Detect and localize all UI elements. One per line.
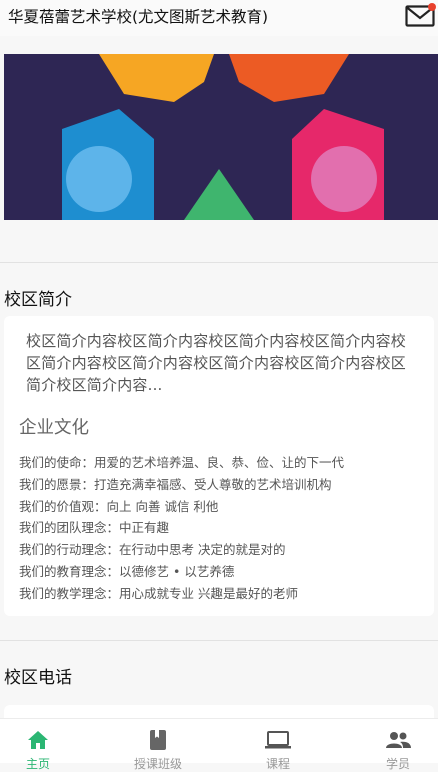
culture-item-values: 我们的价值观：向上 向善 诚信 利他	[19, 498, 219, 514]
tab-students[interactable]: 学员	[348, 719, 438, 771]
culture-item-mission: 我们的使命：用爱的艺术培养温、良、恭、俭、让的下一代	[19, 455, 345, 470]
app-header: 华夏蓓蕾艺术学校(尤文图斯艺术教育)	[0, 0, 438, 36]
culture-item-team: 我们的团队理念：中正有趣	[19, 520, 170, 536]
tab-courses[interactable]: 课程	[228, 719, 328, 771]
tab-students-label: 学员	[385, 757, 410, 771]
notification-dot	[428, 3, 436, 11]
people-icon	[386, 732, 411, 748]
culture-item-education: 我们的教育理念：以德修艺 • 以艺养德	[19, 563, 235, 579]
intro-text: 校区简介内容校区简介内容校区简介内容校区简介内容校区简介内容校区简介内容校区简介…	[26, 332, 407, 394]
phone-section-title: 校区电话	[4, 668, 72, 688]
tab-classes[interactable]: 授课班级	[108, 719, 208, 771]
tab-home[interactable]: 主页	[0, 719, 88, 771]
home-icon	[28, 731, 48, 749]
tab-courses-label: 课程	[265, 757, 290, 771]
intro-card: 校区简介内容校区简介内容校区简介内容校区简介内容校区简介内容校区简介内容校区简介…	[4, 316, 434, 616]
bottom-tab-bar: 主页 授课班级 课程 学员	[0, 718, 438, 771]
tab-home-label: 主页	[25, 757, 50, 771]
banner-image[interactable]	[4, 54, 438, 220]
culture-item-action: 我们的行动理念：在行动中思考 决定的就是对的	[19, 542, 286, 558]
school-title: 华夏蓓蕾艺术学校(尤文图斯艺术教育)	[8, 8, 269, 26]
divider	[0, 640, 438, 641]
book-icon	[150, 730, 166, 750]
culture-item-vision: 我们的愿景：打造充满幸福感、受人尊敬的艺术培训机构	[19, 476, 332, 492]
laptop-icon	[265, 731, 291, 749]
culture-list: 我们的使命：用爱的艺术培养温、良、恭、俭、让的下一代 我们的愿景：打造充满幸福感…	[19, 452, 429, 605]
culture-item-teaching: 我们的教学理念：用心成就专业 兴趣是最好的老师	[19, 585, 298, 601]
culture-title: 企业文化	[19, 418, 89, 438]
tab-classes-label: 授课班级	[133, 757, 182, 771]
divider	[0, 262, 438, 263]
intro-section-title: 校区简介	[4, 290, 72, 310]
banner-logo-graphic	[4, 54, 438, 220]
